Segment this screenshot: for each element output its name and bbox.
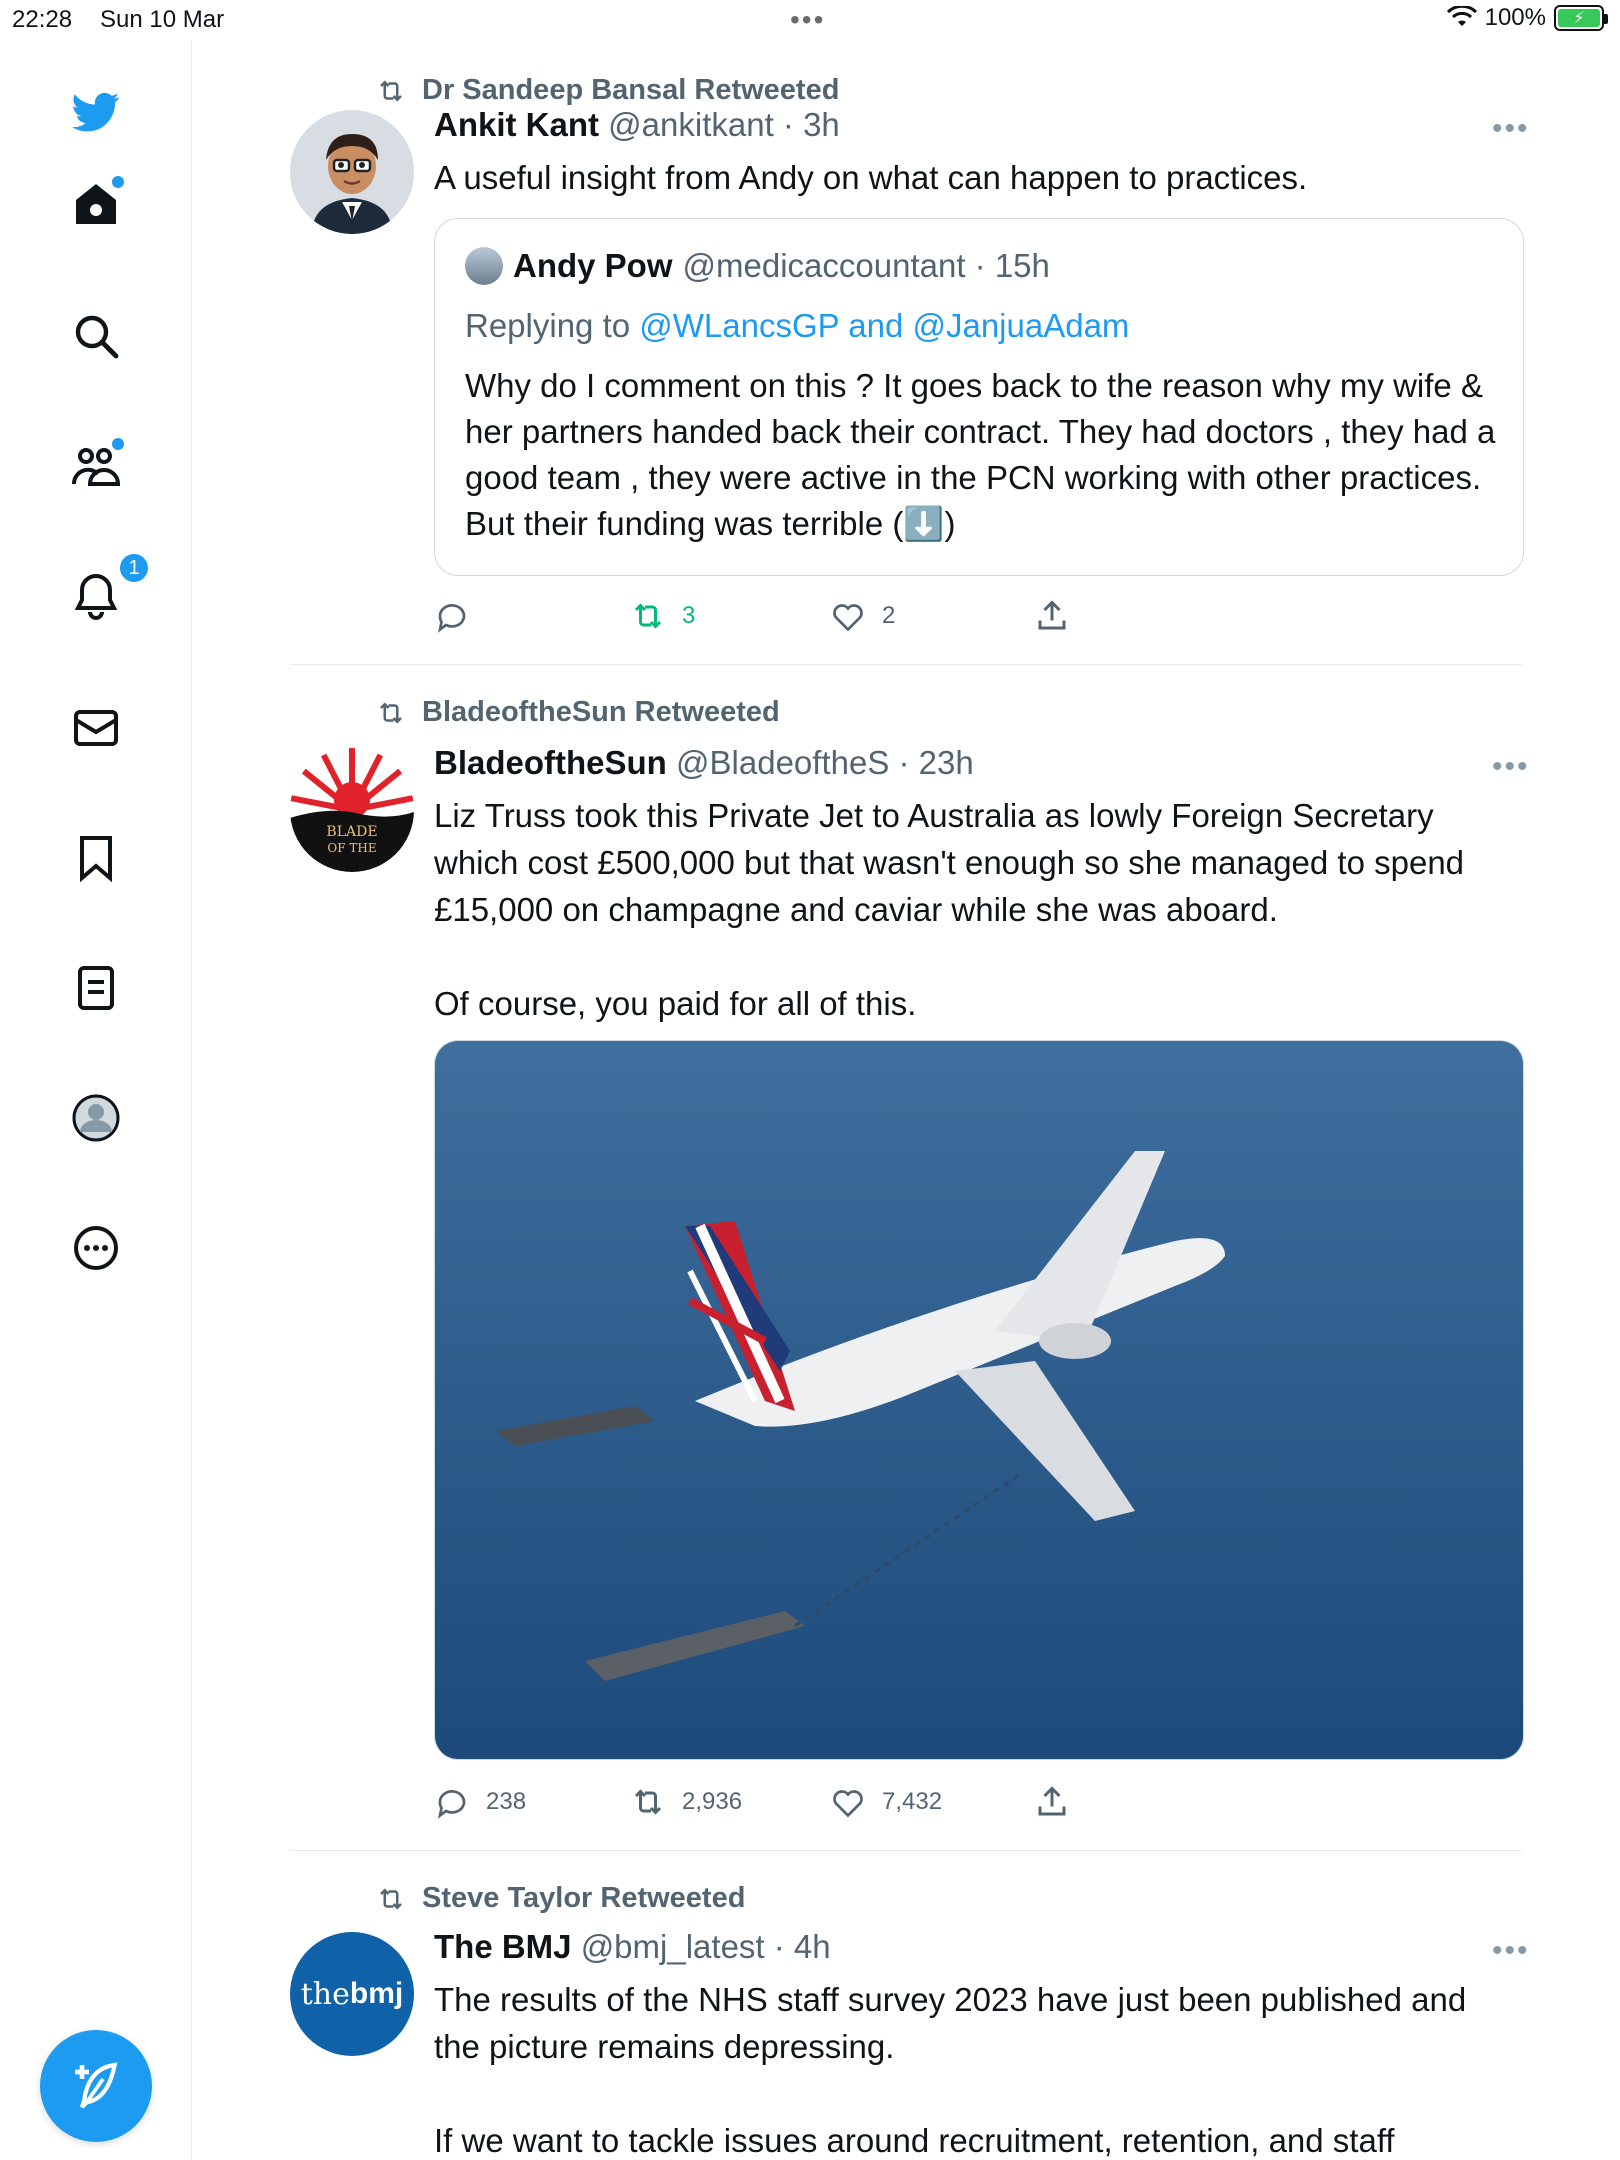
notifications-bell-icon[interactable]: 1 [70, 552, 150, 622]
quote-header: Andy Pow @medicaccountant · 15h [465, 247, 1050, 285]
bookmark-icon[interactable] [70, 832, 122, 884]
retweeted-by-label: Steve Taylor Retweeted [422, 1882, 746, 1914]
author-name[interactable]: The BMJ [434, 1928, 572, 1965]
reply-button[interactable]: 238 [434, 1784, 526, 1820]
retweet-count: 3 [682, 602, 696, 629]
replying-to: Replying to @WLancsGP and @JanjuaAdam [465, 307, 1129, 345]
avatar-logo-bmj: bmj [349, 1977, 404, 2010]
retweet-button[interactable]: 2,936 [630, 1784, 742, 1820]
quote-author-name: Andy Pow [513, 247, 673, 284]
sidebar: 1 [0, 40, 192, 2160]
retweet-icon [634, 1789, 662, 1815]
retweet-context: BladeoftheSun Retweeted [374, 696, 780, 729]
retweeted-by-label: Dr Sandeep Bansal Retweeted [422, 74, 840, 106]
plane-photo [435, 1041, 1523, 1759]
compose-tweet-button[interactable] [40, 2030, 152, 2142]
author-handle-time[interactable]: @ankitkant · 3h [608, 106, 840, 143]
avatar[interactable] [290, 110, 414, 234]
status-date: Sun 10 Mar [100, 6, 225, 33]
tweet-more-icon[interactable]: ••• [1492, 1934, 1530, 1968]
like-button[interactable]: 2 [830, 598, 895, 634]
profile-avatar-icon[interactable] [70, 1092, 122, 1144]
replying-to-mentions[interactable]: @WLancsGP and @JanjuaAdam [639, 307, 1129, 344]
avatar-lettering: BLADE [326, 824, 377, 840]
tweet-header: Ankit Kant @ankitkant · 3h [434, 106, 840, 144]
author-handle-time[interactable]: @BladeoftheS · 23h [676, 744, 974, 781]
avatar-logo-the: the [300, 1976, 350, 2012]
communities-new-dot [112, 438, 124, 450]
retweet-icon [380, 1887, 402, 1910]
reply-button[interactable] [434, 598, 486, 634]
more-circle-icon[interactable] [70, 1222, 122, 1274]
tweet-text: The results of the NHS staff survey 2023… [434, 1981, 1467, 2159]
search-icon[interactable] [70, 310, 122, 362]
quote-author-handle-time: @medicaccountant · 15h [682, 247, 1050, 284]
home-new-dot [112, 176, 124, 188]
quote-avatar [465, 247, 503, 285]
like-count: 2 [882, 602, 896, 629]
svg-text:OF THE: OF THE [327, 841, 376, 855]
retweet-icon [380, 79, 402, 102]
tweet-actions: 3 2 [434, 598, 1314, 642]
retweet-context: Dr Sandeep Bansal Retweeted [374, 74, 839, 107]
quoted-tweet[interactable]: Andy Pow @medicaccountant · 15h Replying… [434, 218, 1524, 576]
tweet-actions: 238 2,936 7,432 [434, 1784, 1314, 1828]
retweet-button[interactable]: 3 [630, 598, 695, 634]
battery-percent: 100% [1484, 4, 1546, 31]
avatar[interactable]: BLADE OF THE [290, 748, 414, 872]
messages-envelope-icon[interactable] [70, 702, 122, 754]
share-icon [1038, 600, 1066, 630]
home-icon[interactable] [70, 176, 124, 230]
feather-plus-icon [75, 2062, 118, 2109]
share-button[interactable] [1034, 598, 1070, 634]
tweet-divider [290, 664, 1522, 665]
tweet-more-icon[interactable]: ••• [1492, 112, 1530, 146]
retweeted-by-label: BladeoftheSun Retweeted [422, 696, 780, 728]
wifi-icon [1446, 6, 1477, 26]
avatar[interactable]: the bmj [290, 1932, 414, 2056]
multitasking-dots-icon[interactable]: ••• [790, 4, 825, 36]
heart-icon [833, 604, 863, 632]
reply-icon [437, 604, 466, 633]
tweet-more-icon[interactable]: ••• [1492, 750, 1530, 784]
tweet-header: The BMJ @bmj_latest · 4h [434, 1928, 831, 1966]
heart-icon [833, 1790, 863, 1818]
tweet-divider [290, 1850, 1522, 1851]
notifications-badge: 1 [118, 552, 150, 584]
tweet-text: Liz Truss took this Private Jet to Austr… [434, 797, 1465, 1022]
retweet-icon [634, 603, 662, 629]
battery-icon: ⚡ [1554, 5, 1608, 31]
tweet-text: A useful insight from Andy on what can h… [434, 159, 1308, 196]
twitter-logo-icon[interactable] [70, 86, 122, 138]
share-button[interactable] [1034, 1784, 1070, 1820]
quote-text: Why do I comment on this ? It goes back … [465, 367, 1496, 542]
tweet-header: BladeoftheSun @BladeoftheS · 23h [434, 744, 974, 782]
status-bar: 22:28 Sun 10 Mar ••• 100% ⚡ [0, 0, 1620, 40]
replying-to-prefix: Replying to [465, 307, 631, 344]
reply-icon [437, 1790, 466, 1819]
tweet-media-image[interactable] [434, 1040, 1524, 1760]
author-handle-time[interactable]: @bmj_latest · 4h [581, 1928, 831, 1965]
retweet-context: Steve Taylor Retweeted [374, 1882, 745, 1915]
share-icon [1038, 1786, 1066, 1816]
status-right: 100% ⚡ [1446, 4, 1608, 32]
reply-count: 238 [486, 1788, 527, 1815]
retweet-count: 2,936 [682, 1788, 743, 1815]
communities-icon[interactable] [70, 438, 124, 492]
author-name[interactable]: BladeoftheSun [434, 744, 667, 781]
like-button[interactable]: 7,432 [830, 1784, 942, 1820]
author-name[interactable]: Ankit Kant [434, 106, 599, 143]
status-time: 22:28 [12, 6, 73, 33]
retweet-icon [380, 701, 402, 724]
like-count: 7,432 [882, 1788, 943, 1815]
lists-icon[interactable] [70, 962, 122, 1014]
